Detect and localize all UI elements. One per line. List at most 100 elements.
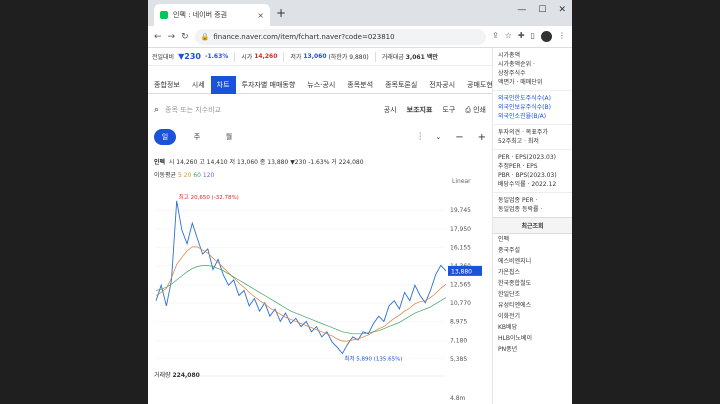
minimize-button[interactable]: —	[517, 5, 526, 15]
current-price-label: 13,880	[451, 268, 472, 275]
menu-item[interactable]: 투자자별 매매동향	[236, 80, 302, 90]
share-icon[interactable]: ⇪	[492, 31, 499, 42]
bookmark-star-icon[interactable]: ☆	[505, 31, 512, 42]
info-row: 상장주식수	[498, 70, 526, 77]
info-row: 시가총액	[498, 52, 521, 59]
tab-bar: 인펙 : 네이버 증권 × + — ☐ ✕	[148, 0, 572, 26]
ohlc-line: 인펙 시 14,260 고 14,410 저 13,060 종 13,880 ▼…	[154, 157, 364, 166]
browser-tab[interactable]: 인펙 : 네이버 증권 ×	[154, 4, 270, 26]
extensions-icon[interactable]: ✚	[518, 31, 525, 42]
zoom-out-icon[interactable]: −	[455, 132, 463, 143]
indicator-button[interactable]: 보조지표	[407, 105, 433, 115]
recent-list: 인펙 중국주설 에스비엔지니 가온칩스 한국종합철도 한일단조 유성티엔에스 이화전기 KB배당…	[493, 234, 572, 355]
prev-label: 전일대비	[152, 54, 175, 61]
recent-item[interactable]: PN풍년	[493, 344, 572, 355]
volume-value: 224,080	[172, 372, 200, 379]
profile-avatar[interactable]	[541, 31, 552, 42]
chevron-down-icon[interactable]: ⌄	[435, 133, 441, 141]
window-close-button[interactable]: ✕	[558, 5, 566, 15]
info-row: 외국인소진율(B/A)	[498, 113, 547, 120]
ohlc-values: 시 14,260 고 14,410 저 13,060 종 13,880 ▼230…	[168, 159, 364, 166]
toolbar-icons: ⇪ ☆ ✚ ▯ ⋮	[492, 31, 566, 42]
market-cap-section: 시가총액시가총액순위 · 상장주식수액면가 · 매매단위	[493, 48, 572, 90]
menu-item[interactable]: 종합정보	[148, 80, 186, 90]
opinion-section: 투자의견 · 목표주가 52주최고 · 최저	[493, 124, 572, 149]
period-day-button[interactable]: 일	[154, 129, 176, 145]
recent-item[interactable]: HLB이노베이	[493, 333, 572, 344]
new-tab-button[interactable]: +	[276, 6, 286, 20]
period-month-button[interactable]: 월	[218, 129, 240, 145]
info-row: 외국인보유주식수(B)	[498, 104, 551, 111]
ma-label: 이동평균	[154, 172, 177, 179]
recent-item[interactable]: KB배당	[493, 322, 572, 333]
info-row: 시가총액순위 ·	[498, 61, 535, 68]
low-value: 13,060	[303, 53, 327, 60]
recent-item[interactable]: 이화전기	[493, 311, 572, 322]
tab-title: 인펙 : 네이버 증권	[173, 11, 228, 19]
menu-kebab-icon[interactable]: ⋮	[558, 31, 566, 42]
forward-icon[interactable]: →	[168, 32, 176, 42]
low-limit: (하한가 9,880)	[328, 54, 369, 61]
amount-value: 3,061 백만	[405, 54, 438, 61]
period-selector: 일 주 월 ⫶ ⌄ − +	[154, 128, 486, 146]
menu-item[interactable]: 차트	[210, 75, 236, 94]
divider	[283, 51, 285, 62]
y-tick-label: 19,745	[450, 207, 471, 214]
recent-item[interactable]: 인펙	[493, 234, 572, 245]
moving-average-legend: 이동평균 5 20 60 120	[154, 170, 214, 179]
y-tick-label: 5,385	[450, 356, 467, 363]
disclosure-button[interactable]: 공시	[384, 105, 397, 115]
menu-item[interactable]: 종목분석	[341, 80, 379, 90]
price-change: ▼230	[178, 52, 201, 61]
recent-item[interactable]: 한국종합철도	[493, 278, 572, 289]
info-row: 액면가 · 매매단위	[498, 79, 543, 86]
info-row: 동일업종 등락률 ·	[498, 206, 543, 213]
menu-item[interactable]: 전자공시	[423, 80, 461, 90]
volume-legend: 거래량 224,080	[154, 370, 200, 379]
period-week-button[interactable]: 주	[186, 129, 208, 145]
compare-search: ⌕ 종목 또는 지수비교 공시 보조지표 도구 ⎙ 인쇄	[154, 102, 486, 118]
maximize-button[interactable]: ☐	[538, 5, 546, 15]
recent-item[interactable]: 중국주설	[493, 245, 572, 256]
tools-button[interactable]: 도구	[442, 105, 455, 115]
reload-icon[interactable]: ↻	[181, 32, 189, 42]
info-row: PBR · BPS(2023.03)	[498, 172, 557, 179]
search-icon: ⌕	[154, 105, 160, 115]
divider	[234, 51, 236, 62]
info-row: 투자의견 · 목표주가	[498, 129, 548, 136]
open-label: 시가	[241, 54, 253, 61]
zoom-in-icon[interactable]: +	[478, 132, 486, 143]
print-button[interactable]: ⎙ 인쇄	[465, 105, 486, 115]
volume-label: 거래량	[154, 372, 171, 379]
sidepanel-icon[interactable]: ▯	[531, 31, 535, 42]
back-icon[interactable]: ←	[154, 32, 162, 42]
amount-label: 거래대금	[381, 54, 404, 61]
open-value: 14,260	[254, 53, 278, 60]
industry-section: 동일업종 PER · 동일업종 등락률 ·	[493, 192, 572, 217]
main-panel: 전일대비 ▼230 -1.63% 시가 14,260 저가 13,060 (하한…	[148, 48, 492, 404]
y-tick-label: 16,155	[450, 244, 471, 251]
candle-type-icon[interactable]: ⫶	[419, 132, 422, 143]
menu-item[interactable]: 시세	[186, 80, 211, 90]
address-bar[interactable]: 🔒 finance.naver.com/item/fchart.naver?co…	[194, 28, 487, 45]
recent-item[interactable]: 에스비엔지니	[493, 256, 572, 267]
recent-item[interactable]: 유성티엔에스	[493, 300, 572, 311]
ma-60: 60	[193, 172, 201, 179]
print-label: 인쇄	[473, 106, 486, 114]
y-tick-label: 7,180	[450, 337, 467, 344]
browser-toolbar: ← → ↻ 🔒 finance.naver.com/item/fchart.na…	[148, 26, 572, 48]
menu-item[interactable]: 뉴스·공시	[301, 80, 341, 90]
stock-info-sidebar: 시가총액시가총액순위 · 상장주식수액면가 · 매매단위 외국인한도주식수(A) 외…	[492, 48, 572, 404]
high-annotation: 최고 20,650 (-32.78%)	[179, 193, 239, 201]
info-row: PER · EPS(2023.03)	[498, 154, 557, 161]
search-input[interactable]: 종목 또는 지수비교	[165, 105, 374, 115]
menu-item[interactable]: 공매도현황	[461, 80, 492, 90]
recent-item[interactable]: 한일단조	[493, 289, 572, 300]
menu-item[interactable]: 종목토론실	[379, 80, 423, 90]
tab-close-icon[interactable]: ×	[257, 11, 264, 20]
scale-toggle[interactable]: Linear	[452, 178, 471, 185]
ma-120: 120	[202, 172, 215, 179]
info-row: 외국인한도주식수(A)	[498, 95, 551, 102]
per-section: PER · EPS(2023.03) 추정PER · EPS PBR · BPS(2…	[493, 149, 572, 192]
recent-item[interactable]: 가온칩스	[493, 267, 572, 278]
